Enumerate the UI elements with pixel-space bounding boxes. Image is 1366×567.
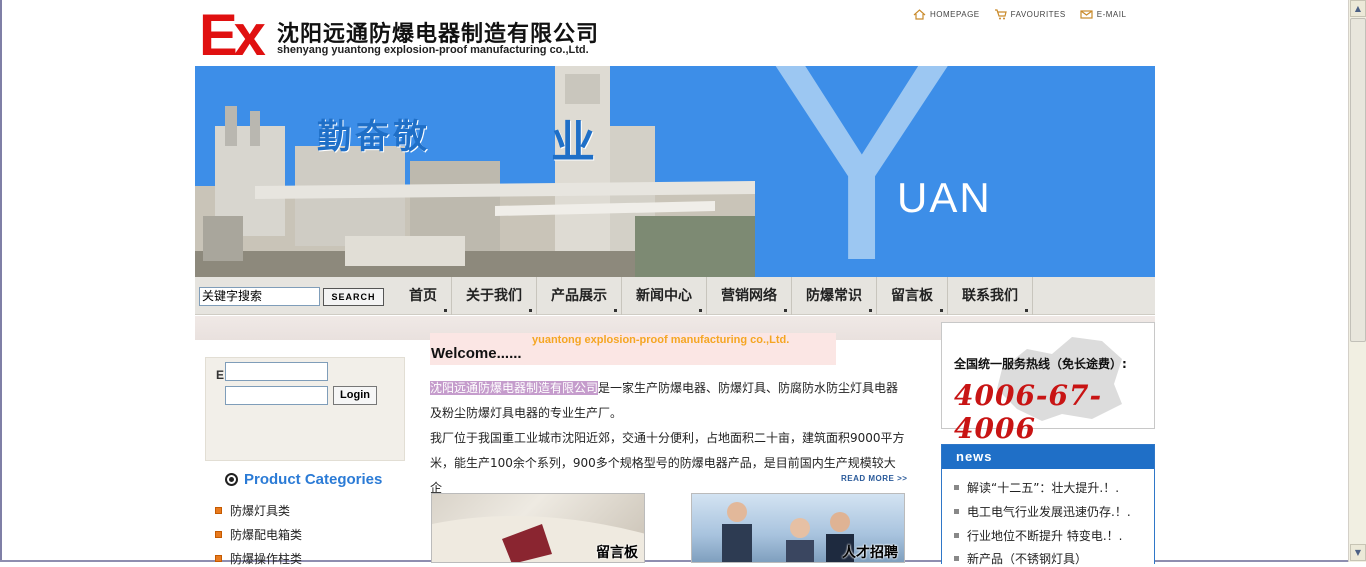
- category-label: 防爆灯具类: [230, 504, 291, 518]
- news-title: news: [942, 445, 1154, 469]
- login-label: E: [216, 368, 225, 382]
- square-bullet-icon: [954, 533, 959, 538]
- guestbook-photo[interactable]: 留言板: [431, 493, 645, 563]
- news-item-label: 行业地位不断提升 特变电.！.: [967, 529, 1123, 543]
- category-label: 防爆配电箱类: [230, 528, 303, 542]
- company-name-en: shenyang yuantong explosion-proof manufa…: [277, 44, 589, 56]
- product-categories-heading: Product Categories: [225, 471, 382, 488]
- main-nav-bar: 关键字搜索 SEARCH 首页 关于我们 产品展示 新闻中心 营销网络 防爆常识…: [195, 277, 1155, 315]
- banner-slogan-right: 业: [551, 117, 595, 168]
- company-name-link[interactable]: 沈阳远通防爆电器制造有限公司: [430, 381, 599, 395]
- scrollbar-thumb[interactable]: [1350, 18, 1366, 342]
- nav-item-news[interactable]: 新闻中心: [622, 277, 707, 315]
- hero-banner: 勤奋敬 业 Y UAN: [195, 66, 1155, 277]
- search-input[interactable]: 关键字搜索: [199, 287, 320, 306]
- guestbook-caption: 留言板: [596, 545, 638, 561]
- news-item-label: 新产品（不锈钢灯具）: [967, 552, 1088, 566]
- nav-item-sales[interactable]: 营销网络: [707, 277, 792, 315]
- category-label: 防爆操作柱类: [230, 552, 303, 566]
- nav-item-guestbook[interactable]: 留言板: [877, 277, 948, 315]
- category-item[interactable]: 防爆灯具类: [215, 502, 290, 519]
- login-button[interactable]: Login: [333, 386, 377, 405]
- square-bullet-icon: [954, 485, 959, 490]
- banner-letters-uan: UAN: [897, 174, 992, 221]
- nav-item-home[interactable]: 首页: [395, 277, 452, 315]
- recruitment-photo[interactable]: 人才招聘: [691, 493, 905, 563]
- homepage-label: HOMEPAGE: [930, 10, 980, 19]
- radio-bullet-icon: [225, 473, 238, 486]
- news-item[interactable]: 解读“十二五”：壮大提升.！.: [954, 479, 1119, 496]
- search-button[interactable]: SEARCH: [323, 288, 384, 306]
- favourites-link[interactable]: FAVOURITES: [994, 9, 1066, 20]
- username-field[interactable]: [225, 362, 328, 381]
- home-icon: [913, 9, 926, 20]
- nav-item-products[interactable]: 产品展示: [537, 277, 622, 315]
- factory-illustration: [195, 66, 755, 277]
- hotline-title: 全国统一服务热线（免长途费）:: [954, 357, 1127, 371]
- recruitment-caption: 人才招聘: [842, 545, 898, 561]
- nav-item-knowledge[interactable]: 防爆常识: [792, 277, 877, 315]
- news-item[interactable]: 新产品（不锈钢灯具）: [954, 550, 1087, 567]
- news-panel: news 解读“十二五”：壮大提升.！. 电工电气行业发展迅速仍存.！. 行业地…: [941, 444, 1155, 567]
- main-nav: 首页 关于我们 产品展示 新闻中心 营销网络 防爆常识 留言板 联系我们: [395, 277, 1033, 315]
- news-item[interactable]: 行业地位不断提升 特变电.！.: [954, 527, 1122, 544]
- window-left-border: [0, 0, 2, 562]
- square-bullet-icon: [954, 556, 959, 561]
- hotline-number: 4006-67-4006: [954, 379, 1103, 445]
- arrow-bullet-icon: [215, 555, 222, 562]
- cart-icon: [994, 9, 1007, 20]
- password-field[interactable]: [225, 386, 328, 405]
- favourites-label: FAVOURITES: [1010, 10, 1066, 19]
- scroll-up-arrow-icon[interactable]: ▲: [1350, 0, 1366, 17]
- news-item[interactable]: 电工电气行业发展迅速仍存.！.: [954, 503, 1131, 520]
- hotline-panel: 全国统一服务热线（免长途费）: 4006-67-4006: [941, 322, 1155, 445]
- intro-line-1-rest: 是一家生产防爆电器、防爆灯具、防腐防水防尘灯具电器: [598, 381, 899, 395]
- welcome-subtitle: yuantong explosion-proof manufacturing c…: [532, 334, 790, 346]
- arrow-bullet-icon: [215, 531, 222, 538]
- category-item[interactable]: 防爆配电箱类: [215, 526, 302, 543]
- intro-line-2: 及粉尘防爆灯具电器的专业生产厂。: [430, 406, 623, 420]
- category-item[interactable]: 防爆操作柱类: [215, 550, 302, 567]
- intro-line-3: 我厂位于我国重工业城市沈阳近郊，交通十分便利，占地面积二十亩，建筑面积9000平…: [430, 431, 905, 445]
- nav-item-about[interactable]: 关于我们: [452, 277, 537, 315]
- page-container: Ex 沈阳远通防爆电器制造有限公司 shenyang yuantong expl…: [195, 0, 1155, 567]
- news-item-label: 电工电气行业发展迅速仍存.！.: [967, 505, 1131, 519]
- intro-line-1: 沈阳远通防爆电器制造有限公司是一家生产防爆电器、防爆灯具、防腐防水防尘灯具电器: [430, 376, 906, 401]
- top-links: HOMEPAGE FAVOURITES E-MAIL: [913, 9, 1126, 20]
- square-bullet-icon: [954, 509, 959, 514]
- nav-item-contact[interactable]: 联系我们: [948, 277, 1033, 315]
- login-panel: E Login: [205, 357, 405, 461]
- news-item-label: 解读“十二五”：壮大提升.！.: [967, 481, 1120, 495]
- arrow-bullet-icon: [215, 507, 222, 514]
- banner-slogan-left: 勤奋敬: [317, 117, 431, 157]
- vertical-scrollbar[interactable]: ▲ ▼: [1348, 0, 1366, 562]
- company-intro: 沈阳远通防爆电器制造有限公司是一家生产防爆电器、防爆灯具、防腐防水防尘灯具电器 …: [430, 376, 906, 501]
- product-categories-title: Product Categories: [244, 471, 383, 488]
- read-more-link[interactable]: READ MORE >>: [841, 474, 907, 483]
- scroll-down-arrow-icon[interactable]: ▼: [1350, 544, 1366, 561]
- homepage-link[interactable]: HOMEPAGE: [913, 9, 980, 20]
- welcome-title: Welcome......: [431, 345, 522, 362]
- email-link[interactable]: E-MAIL: [1080, 9, 1127, 20]
- mail-icon: [1080, 10, 1093, 19]
- email-label: E-MAIL: [1096, 10, 1127, 19]
- logo-ex-mark: Ex: [199, 3, 266, 68]
- banner-letter-y: Y: [765, 66, 959, 277]
